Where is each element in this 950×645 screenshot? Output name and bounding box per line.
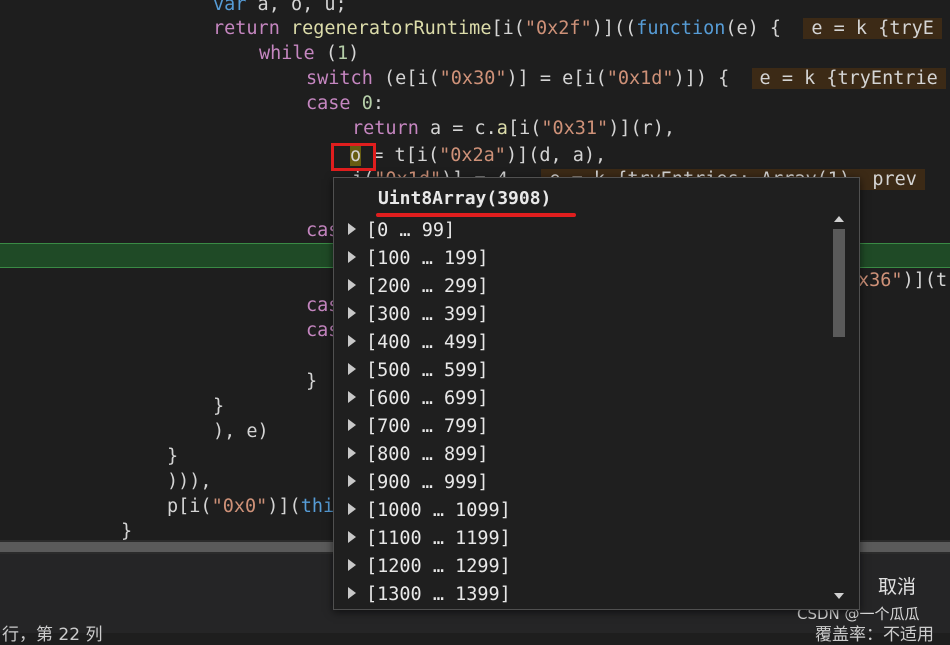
code-line: ))),	[167, 471, 212, 492]
cancel-button[interactable]: 取消	[878, 572, 916, 599]
array-range-item[interactable]: [100 … 199]	[348, 245, 489, 273]
expand-triangle-icon[interactable]	[348, 223, 356, 235]
code-line: switch (e[i("0x30")] = e[i("0x1d")]) { e…	[306, 66, 946, 91]
array-range-item[interactable]: [1300 … 1399]	[348, 581, 511, 609]
inline-value-hint: e = k {tryEntrie	[751, 68, 946, 89]
array-range-item[interactable]: [400 … 499]	[348, 329, 489, 357]
expand-triangle-icon[interactable]	[348, 503, 356, 515]
expand-triangle-icon[interactable]	[348, 307, 356, 319]
expand-triangle-icon[interactable]	[348, 447, 356, 459]
array-range-item[interactable]: [700 … 799]	[348, 413, 489, 441]
code-line: var a, o, u;	[213, 0, 347, 15]
array-range-item[interactable]: [1200 … 1299]	[348, 553, 511, 581]
expand-triangle-icon[interactable]	[348, 391, 356, 403]
code-line: x36")](t	[858, 270, 948, 291]
expand-triangle-icon[interactable]	[348, 587, 356, 599]
popup-vertical-scrollbar[interactable]	[831, 216, 847, 599]
popup-scrollbar-thumb[interactable]	[833, 229, 845, 337]
expand-triangle-icon[interactable]	[348, 251, 356, 263]
expand-triangle-icon[interactable]	[348, 559, 356, 571]
array-range-item[interactable]: [1000 … 1099]	[348, 497, 511, 525]
code-line: }	[167, 446, 179, 467]
annotation-box	[331, 143, 376, 171]
code-line: o = t[i("0x2a")](d, a),	[350, 145, 607, 166]
array-range-item[interactable]: [600 … 699]	[348, 385, 489, 413]
code-line: }	[121, 521, 133, 540]
code-line: p[i("0x0")](thi	[167, 496, 335, 517]
scroll-up-arrow-icon[interactable]	[834, 216, 844, 222]
code-line: }	[213, 396, 225, 417]
scroll-down-arrow-icon[interactable]	[834, 593, 844, 599]
code-line: case 0:	[306, 93, 384, 114]
array-range-item[interactable]: [300 … 399]	[348, 301, 489, 329]
array-range-item[interactable]: [900 … 999]	[348, 469, 489, 497]
expand-triangle-icon[interactable]	[348, 363, 356, 375]
expand-triangle-icon[interactable]	[348, 531, 356, 543]
code-line: }	[306, 371, 318, 392]
popup-title: Uint8Array(3908)	[378, 188, 552, 209]
expand-triangle-icon[interactable]	[348, 419, 356, 431]
array-range-item[interactable]: [0 … 99]	[348, 217, 455, 245]
expand-triangle-icon[interactable]	[348, 279, 356, 291]
array-range-item[interactable]: [500 … 599]	[348, 357, 489, 385]
expand-triangle-icon[interactable]	[348, 475, 356, 487]
code-line: while (1)	[259, 43, 360, 64]
code-line: return a = c.a[i("0x31")](r),	[352, 118, 676, 139]
array-range-item[interactable]: [200 … 299]	[348, 273, 489, 301]
code-line: return regeneratorRuntime[i("0x2f")]((fu…	[213, 16, 942, 41]
value-inspector-popup[interactable]: Uint8Array(3908) [0 … 99] [100 … 199] [2…	[333, 177, 860, 610]
expand-triangle-icon[interactable]	[348, 335, 356, 347]
code-line: ), e)	[213, 421, 269, 442]
array-range-item[interactable]: [800 … 899]	[348, 441, 489, 469]
array-range-item[interactable]: [1100 … 1199]	[348, 525, 511, 553]
inline-value-hint: e = k {tryE	[803, 18, 942, 39]
